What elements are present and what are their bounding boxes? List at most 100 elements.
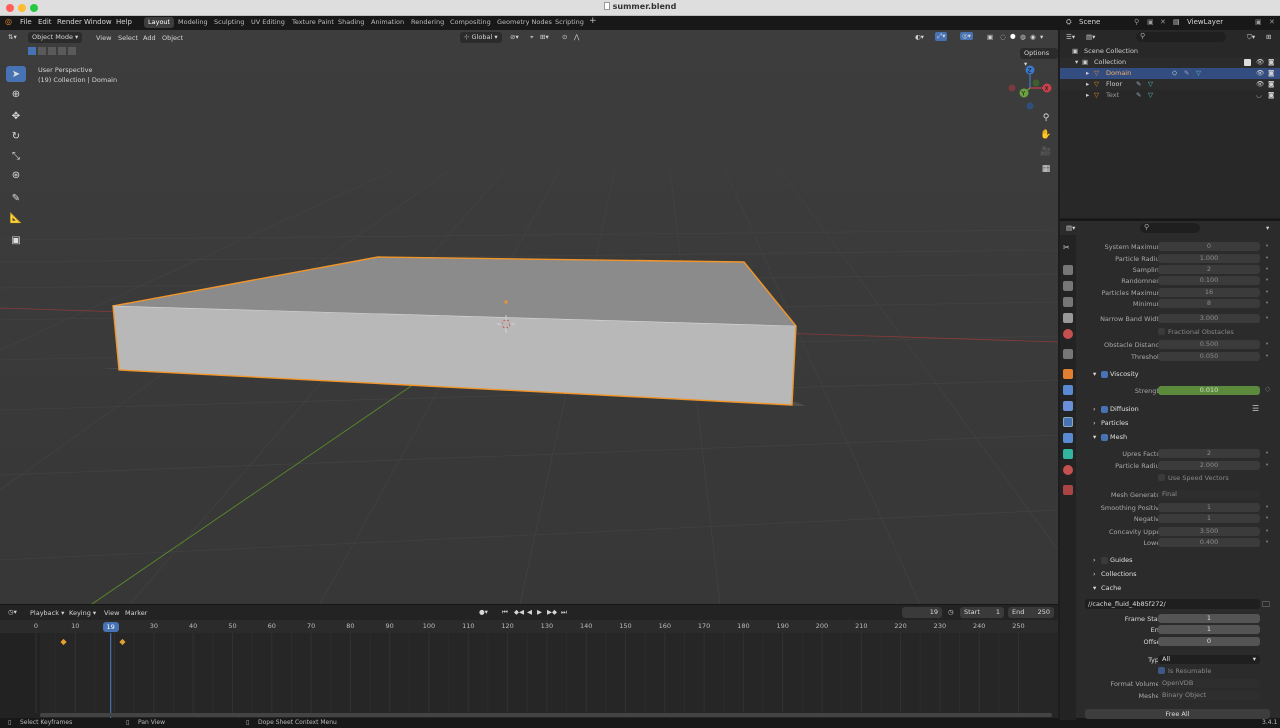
play-icon[interactable]: ▶ [537, 608, 542, 616]
outliner-editor-type-icon[interactable]: ☰▾ [1066, 33, 1075, 41]
keyframe-diamond-icon[interactable]: ◇ [1265, 385, 1270, 393]
properties-editor[interactable]: ▤▾ ⚲ ▾ ✂ System Maximum 0 • Particle Rad… [1060, 219, 1280, 720]
tab-modeling[interactable]: Modeling [178, 18, 208, 26]
viscosity-expand-icon[interactable]: ▾ [1093, 370, 1096, 378]
tab-geometry-nodes[interactable]: Geometry Nodes [497, 18, 552, 26]
current-frame-field[interactable]: 19 [902, 607, 942, 618]
presets-list-icon[interactable]: ☰ [1252, 404, 1259, 413]
select-mode-extend-icon[interactable] [38, 47, 46, 55]
guides-header[interactable]: Guides [1110, 556, 1132, 564]
camera-view-icon[interactable]: 🎥 [1039, 145, 1053, 159]
folder-icon[interactable]: 🗀 [1262, 599, 1270, 613]
frame-end-field[interactable]: 1 [1158, 625, 1260, 634]
solid-shading-icon[interactable]: ● [1010, 32, 1016, 40]
menu-add[interactable]: Add [143, 34, 156, 42]
minimum-field[interactable]: 8 [1158, 299, 1260, 308]
collection-visibility-icon[interactable]: 👁 [1256, 57, 1264, 68]
collections-expand-icon[interactable]: › [1093, 570, 1096, 578]
tab-animation[interactable]: Animation [371, 18, 404, 26]
measure-tool-icon[interactable]: 📐 [6, 210, 26, 226]
collection-tab-icon[interactable] [1063, 349, 1073, 359]
cache-directory-input[interactable]: //cache_fluid_4b85f272/ [1085, 599, 1260, 609]
keyframe-dot-icon[interactable]: • [1265, 242, 1269, 250]
tab-uv-editing[interactable]: UV Editing [251, 18, 285, 26]
data-tab-icon[interactable] [1063, 449, 1073, 459]
outliner-row-domain[interactable]: ▸ ▽ Domain ⛭ ✎ ▽ 👁 ◙ [1060, 68, 1280, 79]
diffusion-expand-icon[interactable]: › [1093, 405, 1096, 413]
particles-maximum-field[interactable]: 16 [1158, 288, 1260, 297]
menu-view[interactable]: View [96, 34, 111, 42]
modifier-tab-icon[interactable] [1063, 385, 1073, 395]
guides-checkbox[interactable] [1101, 557, 1108, 564]
properties-search-input[interactable]: ⚲ [1140, 223, 1200, 233]
randomness-field[interactable]: 0.100 [1158, 276, 1260, 285]
keyframe-dot-icon[interactable]: • [1265, 288, 1269, 296]
text-hidden-icon[interactable]: ◡ [1256, 90, 1262, 101]
diffusion-checkbox[interactable] [1101, 406, 1108, 413]
keyframe-dot-icon[interactable]: • [1265, 461, 1269, 469]
keyframe-dot-icon[interactable]: • [1265, 538, 1269, 546]
keyframe-dot-icon[interactable]: • [1265, 276, 1269, 284]
menu-timeline-view[interactable]: View [104, 609, 119, 617]
constraints-tab-icon[interactable] [1063, 433, 1073, 443]
outliner-row-floor[interactable]: ▸ ▽ Floor ✎ ▽ 👁 ◙ [1060, 79, 1280, 90]
menu-playback[interactable]: Playback ▾ [30, 609, 64, 617]
menu-keying[interactable]: Keying ▾ [69, 609, 96, 617]
playhead-frame-badge[interactable]: 19 [102, 622, 119, 632]
delete-viewlayer-icon[interactable]: ✕ [1269, 18, 1275, 26]
negative-field[interactable]: 1 [1158, 514, 1260, 523]
menu-select[interactable]: Select [118, 34, 138, 42]
add-cube-tool-icon[interactable]: ▣ [6, 232, 26, 248]
tool-tab-icon[interactable]: ✂ [1063, 243, 1073, 253]
keyframes[interactable] [60, 638, 126, 646]
tab-scripting[interactable]: Scripting [555, 18, 584, 26]
filter-icon[interactable]: ⛉▾ [1247, 33, 1255, 42]
keyframe-marker[interactable] [60, 638, 67, 646]
annotate-tool-icon[interactable]: ✎ [6, 190, 26, 206]
cache-type-dropdown[interactable]: All ▾ [1158, 655, 1260, 664]
blender-logo-icon[interactable]: ◎ [5, 17, 12, 26]
keyframe-dot-icon[interactable]: • [1265, 527, 1269, 535]
keyframe-dot-icon[interactable]: • [1265, 340, 1269, 348]
delete-scene-icon[interactable]: ✕ [1160, 18, 1166, 26]
menu-help[interactable]: Help [116, 18, 132, 26]
collection-exclude-checkbox[interactable] [1244, 59, 1251, 66]
cache-expand-icon[interactable]: ▾ [1093, 584, 1096, 592]
floor-visibility-icon[interactable]: 👁 [1256, 79, 1264, 90]
options-dropdown[interactable]: Options ▾ [1020, 48, 1058, 68]
sampling-field[interactable]: 2 [1158, 265, 1260, 274]
falloff-icon[interactable]: ⋀ [574, 33, 579, 41]
mesh-header[interactable]: Mesh [1110, 433, 1127, 441]
cursor-tool-icon[interactable]: ⊕ [6, 86, 26, 102]
visibility-icon[interactable]: ◐▾ [915, 33, 924, 41]
proportional-edit-icon[interactable]: ⊙ [562, 33, 567, 41]
keyframe-dot-icon[interactable]: • [1265, 449, 1269, 457]
render-tab-icon[interactable] [1063, 265, 1073, 275]
select-mode-subtract-icon[interactable] [48, 47, 56, 55]
lower-field[interactable]: 0.400 [1158, 538, 1260, 547]
guides-expand-icon[interactable]: › [1093, 556, 1096, 564]
zoom-icon[interactable]: ⚲ [1039, 111, 1053, 125]
jump-keyframe-back-icon[interactable]: ◆◀ [514, 608, 524, 616]
pan-hand-icon[interactable]: ✋ [1039, 128, 1053, 142]
preview-range-icon[interactable]: ◷ [948, 608, 954, 616]
transform-tool-icon[interactable]: ⊛ [6, 167, 26, 183]
scene-icon[interactable]: ⛭ [1066, 18, 1072, 27]
output-tab-icon[interactable] [1063, 281, 1073, 291]
mesh-particle-radius-field[interactable]: 2.000 [1158, 461, 1260, 470]
object-tab-icon[interactable] [1063, 369, 1073, 379]
view-layer-tab-icon[interactable] [1063, 297, 1073, 307]
outliner-editor[interactable]: ☰▾ ▤▾ ⚲ ⛉▾ ⊞ ▣ Scene Collection ▾ ▣ Coll… [1060, 30, 1280, 218]
material-shading-icon[interactable]: ◍ [1020, 33, 1026, 41]
obstacle-distance-field[interactable]: 0.500 [1158, 340, 1260, 349]
menu-render[interactable]: Render [57, 18, 82, 26]
viewlayer-name[interactable]: ViewLayer [1187, 18, 1223, 26]
gizmo-toggle-icon[interactable]: ⤢▾ [935, 32, 948, 41]
particles-tab-icon[interactable] [1063, 401, 1073, 411]
select-mode-invert-icon[interactable] [58, 47, 66, 55]
keyframe-marker[interactable] [119, 638, 126, 646]
collections-header[interactable]: Collections [1101, 570, 1137, 578]
frame-ruler[interactable]: 0102030405060708090100110120130140150160… [0, 620, 1058, 633]
timeline-editor-type-icon[interactable]: ◷▾ [8, 608, 17, 616]
keyframe-dot-icon[interactable]: • [1265, 314, 1269, 322]
